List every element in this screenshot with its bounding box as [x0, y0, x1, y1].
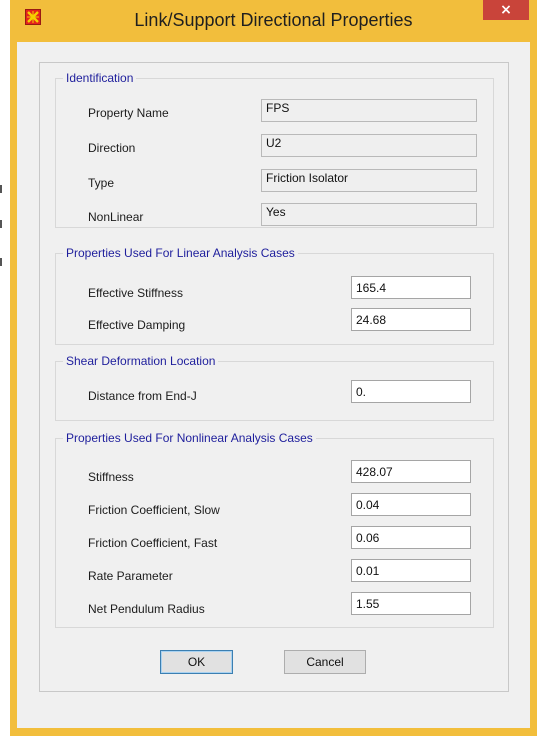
- net-pendulum-radius-label: Net Pendulum Radius: [88, 602, 205, 616]
- nonlinear-label: NonLinear: [88, 210, 144, 224]
- identification-legend: Identification: [63, 70, 137, 86]
- effective-stiffness-input[interactable]: [351, 276, 471, 299]
- effective-damping-input[interactable]: [351, 308, 471, 331]
- effective-damping-label: Effective Damping: [88, 318, 186, 332]
- cancel-button[interactable]: Cancel: [284, 650, 366, 674]
- background-window-edge: [0, 220, 2, 228]
- app-icon: [25, 9, 41, 25]
- friction-coefficient-fast-label: Friction Coefficient, Fast: [88, 536, 218, 550]
- shear-deformation-legend: Shear Deformation Location: [63, 353, 219, 369]
- nonlinear-analysis-group: Properties Used For Nonlinear Analysis C…: [55, 430, 494, 628]
- rate-parameter-input[interactable]: [351, 559, 471, 582]
- background-window-edge: [0, 258, 2, 266]
- direction-field: U2: [261, 134, 477, 157]
- net-pendulum-radius-input[interactable]: [351, 592, 471, 615]
- distance-from-end-j-input[interactable]: [351, 380, 471, 403]
- ok-button[interactable]: OK: [160, 650, 233, 674]
- friction-coefficient-slow-input[interactable]: [351, 493, 471, 516]
- rate-parameter-label: Rate Parameter: [88, 569, 173, 583]
- properties-panel: Identification Property Name FPS Directi…: [39, 62, 509, 692]
- dialog-window: Link/Support Directional Properties × Id…: [10, 0, 537, 736]
- nonlinear-analysis-legend: Properties Used For Nonlinear Analysis C…: [63, 430, 316, 446]
- stiffness-label: Stiffness: [88, 470, 134, 484]
- nonlinear-field: Yes: [261, 203, 477, 226]
- type-field: Friction Isolator: [261, 169, 477, 192]
- distance-from-end-j-label: Distance from End-J: [88, 389, 197, 403]
- type-label: Type: [88, 176, 115, 190]
- stiffness-input[interactable]: [351, 460, 471, 483]
- friction-coefficient-fast-input[interactable]: [351, 526, 471, 549]
- linear-analysis-legend: Properties Used For Linear Analysis Case…: [63, 245, 298, 261]
- friction-coefficient-slow-label: Friction Coefficient, Slow: [88, 503, 220, 517]
- close-button[interactable]: ×: [483, 0, 529, 20]
- direction-label: Direction: [88, 141, 136, 155]
- property-name-field: FPS: [261, 99, 477, 122]
- title-bar[interactable]: Link/Support Directional Properties ×: [10, 0, 537, 42]
- effective-stiffness-label: Effective Stiffness: [88, 286, 183, 300]
- linear-analysis-group: Properties Used For Linear Analysis Case…: [55, 245, 494, 345]
- window-title: Link/Support Directional Properties: [134, 10, 413, 30]
- close-icon: ×: [500, 2, 512, 18]
- dialog-client-area: Identification Property Name FPS Directi…: [17, 42, 530, 728]
- shear-deformation-group: Shear Deformation Location Distance from…: [55, 353, 494, 421]
- background-window-edge: [0, 185, 2, 193]
- identification-group: Identification Property Name FPS Directi…: [55, 70, 494, 228]
- property-name-label: Property Name: [88, 106, 169, 120]
